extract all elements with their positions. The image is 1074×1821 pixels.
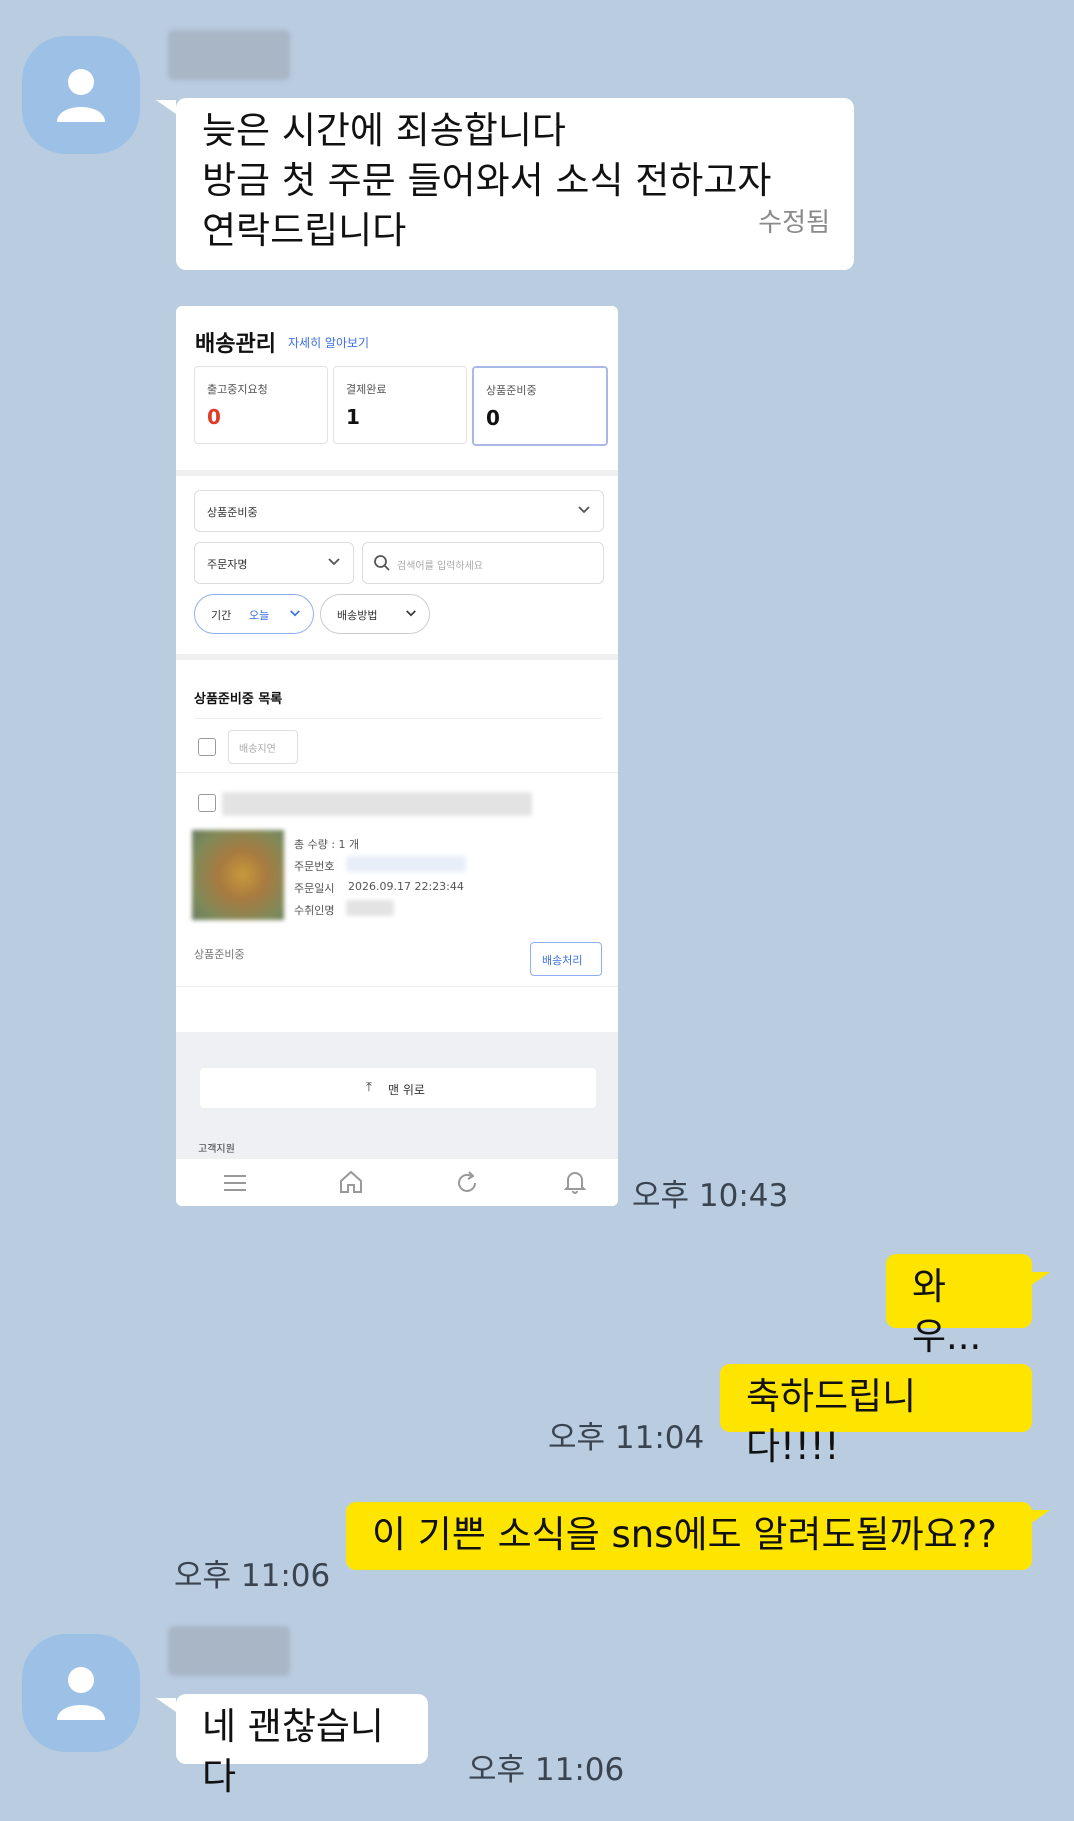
chevron-down-icon	[578, 506, 590, 514]
status-select-value: 상품준비중	[207, 506, 258, 519]
recipient-redacted	[346, 900, 394, 916]
customer-support-label: 고객지원	[198, 1144, 235, 1155]
period-filter-pill: 기간 오늘	[194, 594, 314, 634]
person-icon	[57, 1667, 105, 1720]
process-button: 배송처리	[530, 942, 602, 976]
chevron-down-icon	[406, 610, 416, 617]
stat-value: 0	[207, 405, 221, 429]
message-text: 이 기쁜 소식을 sns에도 알려도될까요??	[372, 1513, 997, 1556]
period-label: 기간	[211, 609, 232, 622]
stat-label: 출고중지요청	[207, 383, 268, 396]
stat-card: 출고중지요청 0	[194, 366, 328, 444]
message-text: 축하드립니다!!!!	[746, 1375, 917, 1468]
refresh-icon	[458, 1171, 476, 1192]
bubble-tail	[1030, 1510, 1050, 1524]
divider	[176, 470, 618, 476]
sender-avatar[interactable]	[22, 36, 140, 154]
order-no-redacted	[346, 856, 466, 872]
message-bubble[interactable]: 네 괜찮습니다	[176, 1694, 428, 1798]
divider	[176, 986, 618, 987]
shared-screenshot-image[interactable]: 배송관리 자세히 알아보기 출고중지요청 0 결제완료 1 상품준비중 0 상품…	[176, 306, 618, 1206]
my-message-bubble[interactable]: 이 기쁜 소식을 sns에도 알려도될까요??	[346, 1502, 1032, 1570]
stat-card-selected: 상품준비중 0	[472, 366, 608, 446]
order-checkbox	[198, 794, 216, 812]
message-line: 방금 첫 주문 들어와서 소식 전하고자	[202, 159, 772, 202]
sender-avatar[interactable]	[22, 1634, 140, 1752]
my-message-bubble[interactable]: 와우...	[886, 1254, 1032, 1358]
product-name-redacted	[222, 792, 532, 816]
recipient-label: 수취인명	[294, 904, 335, 917]
person-icon	[57, 69, 105, 122]
message-time: 오후 11:04	[548, 1420, 705, 1456]
message-line: 늦은 시간에 죄송합니다	[202, 109, 566, 152]
order-date-label: 주문일시	[294, 882, 335, 895]
search-type-value: 주문자명	[207, 558, 248, 571]
search-type-select: 주문자명	[194, 542, 354, 584]
scroll-top-button: ⤒ 맨 위로	[200, 1068, 596, 1108]
message-text: 네 괜찮습니다	[202, 1705, 384, 1798]
product-thumbnail-redacted	[192, 830, 284, 920]
divider	[194, 718, 602, 719]
message-text: 와우...	[912, 1265, 982, 1358]
list-title: 상품준비중 목록	[194, 692, 283, 707]
message-time: 오후 10:43	[632, 1178, 789, 1214]
chevron-down-icon	[290, 610, 300, 617]
delay-button-label: 배송지연	[239, 744, 276, 755]
bubble-tail	[156, 1698, 176, 1712]
stat-card: 결제완료 1	[333, 366, 467, 444]
chevron-down-icon	[328, 558, 340, 566]
order-date-value: 2026.09.17 22:23:44	[348, 880, 464, 893]
message-bubble[interactable]: 늦은 시간에 죄송합니다 방금 첫 주문 들어와서 소식 전하고자 연락드립니다…	[176, 98, 854, 270]
stat-value: 1	[346, 405, 360, 429]
bell-icon	[563, 1172, 587, 1194]
process-button-label: 배송처리	[542, 954, 583, 967]
arrow-up-icon: ⤒	[366, 1080, 372, 1095]
search-icon	[374, 555, 390, 571]
edited-label: 수정됨	[758, 208, 830, 238]
stat-label: 결제완료	[346, 383, 387, 396]
divider	[176, 772, 618, 773]
sender-name-redacted	[168, 30, 290, 80]
divider	[176, 654, 618, 660]
sender-name-redacted	[168, 1626, 290, 1676]
bubble-tail	[1030, 1272, 1050, 1286]
screenshot-title: 배송관리	[195, 332, 276, 357]
message-time: 오후 11:06	[468, 1752, 625, 1788]
message-time: 오후 11:06	[174, 1558, 331, 1594]
order-status: 상품준비중	[194, 948, 245, 961]
stat-value: 0	[486, 406, 500, 430]
search-field: 검색어를 입력하세요	[362, 542, 604, 584]
bottom-nav	[176, 1158, 618, 1206]
order-no-label: 주문번호	[294, 860, 335, 873]
shipping-method-label: 배송방법	[337, 609, 378, 622]
message-line: 연락드립니다	[202, 209, 407, 252]
select-all-checkbox	[198, 738, 216, 756]
delay-button: 배송지연	[228, 730, 298, 764]
status-select: 상품준비중	[194, 490, 604, 532]
home-icon	[340, 1170, 362, 1193]
scroll-top-label: 맨 위로	[388, 1083, 425, 1097]
period-value: 오늘	[249, 609, 270, 622]
menu-icon	[224, 1175, 246, 1191]
order-qty: 총 수량 : 1 개	[294, 838, 360, 851]
shipping-method-pill: 배송방법	[320, 594, 430, 634]
help-link: 자세히 알아보기	[288, 336, 370, 350]
bubble-tail	[156, 100, 176, 114]
stat-label: 상품준비중	[486, 384, 537, 397]
my-message-bubble[interactable]: 축하드립니다!!!!	[720, 1364, 1032, 1468]
search-placeholder: 검색어를 입력하세요	[397, 561, 483, 572]
